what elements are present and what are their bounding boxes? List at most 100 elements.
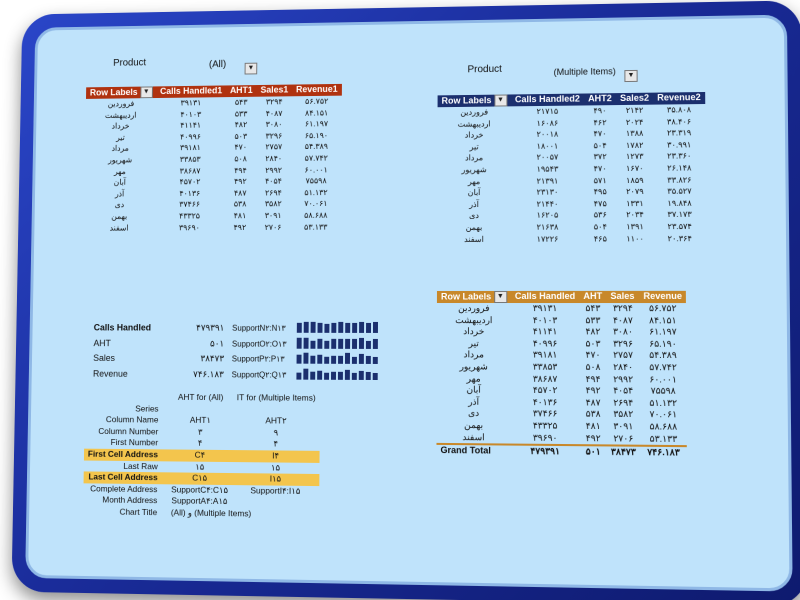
row-label: آبان	[467, 188, 481, 198]
sparkline-bar	[358, 370, 364, 380]
pivot-table-3: Row Labels ▼ Calls Handled AHT Sales Revenue…	[436, 290, 688, 460]
table-cell: ۵۷.۷۴۲	[649, 361, 677, 373]
pivot2-filter-dropdown[interactable]: ▼	[624, 67, 638, 85]
table-cell: ۶۵.۱۹۰	[304, 130, 329, 140]
column-header[interactable]: Calls Handled1	[156, 85, 226, 98]
table-cell: ۴۰۹۹۶	[532, 338, 558, 349]
chevron-down-icon[interactable]: ▼	[493, 94, 507, 107]
sparkline-bar	[317, 371, 323, 381]
table-cell: ۷۰.۰۶۱	[649, 409, 678, 420]
table-cell: ۱۲۷۳	[625, 152, 644, 162]
chevron-down-icon[interactable]: ▼	[493, 290, 507, 304]
table-cell: ۳۷۴۶۶	[179, 200, 201, 210]
table-cell: ۵۳.۱۳۳	[649, 433, 678, 444]
table-cell: ۳۳۸۵۳	[532, 361, 558, 372]
row-label: بهمن	[465, 222, 483, 232]
grand-total-row: Grand Total ۴۷۹۳۹۱ ۵۰۱ ۳۸۴۷۳ ۷۴۶.۱۸۳	[436, 444, 688, 460]
column-header[interactable]: Revenue1	[292, 84, 342, 96]
sparkline-bar	[296, 322, 302, 333]
sparkline-bar	[331, 356, 337, 365]
row-labels-header[interactable]: Row Labels ▼	[86, 86, 156, 99]
row-label: فروردين	[107, 99, 135, 109]
table-cell: ۱۳۳۱	[626, 198, 644, 208]
column-header[interactable]: Sales2	[616, 93, 653, 105]
column-header[interactable]: Sales1	[257, 85, 293, 97]
summary-value: ۵۰۱	[209, 338, 225, 349]
chevron-down-icon: ▼	[244, 62, 258, 75]
column-header[interactable]: Sales	[606, 291, 639, 303]
summary-ref: SupportN۲:N۱۳	[232, 323, 286, 333]
table-cell: ۴۹۲	[585, 432, 601, 443]
table-cell: ۲۰۲۴	[625, 117, 644, 127]
series-value-1: SupportA۴:A۱۵	[171, 495, 228, 507]
pivot2-filter-value[interactable]: (Multiple Items)	[554, 66, 616, 77]
table-cell: ۴۰۸۷	[265, 108, 283, 118]
table-cell: ۴۹۲	[585, 385, 601, 396]
table-cell: ۴۰۱۳۶	[179, 188, 201, 198]
column-header[interactable]: AHT2	[584, 93, 616, 105]
row-labels-header[interactable]: Row Labels ▼	[437, 290, 511, 304]
pivot-header-row: Row Labels ▼ Calls Handled AHT Sales Revenue	[436, 290, 687, 304]
table-cell: ۴۵۷۰۲	[179, 177, 201, 187]
table-cell: ۴۰۱۰۳	[532, 314, 558, 325]
column-header[interactable]: AHT	[579, 291, 606, 303]
table-cell: ۲۱۳۹۱	[536, 176, 559, 186]
row-label: مهر	[466, 372, 481, 384]
row-label: اسفند	[464, 234, 484, 244]
sparkline-bar	[344, 353, 351, 365]
table-cell: ۲۰۰۵۷	[536, 152, 559, 163]
series-label: Last Cell Address	[88, 471, 158, 483]
chevron-down-icon[interactable]: ▼	[139, 86, 153, 99]
table-cell: ۴۰۱۳۶	[532, 396, 558, 408]
sparkline-chart	[296, 337, 378, 350]
sparkline-bar	[351, 357, 357, 365]
table-cell: ۸۴.۱۵۱	[649, 314, 677, 326]
summary-label: Calls Handled	[93, 322, 152, 333]
table-cell: ۳۰۸۰	[613, 326, 633, 337]
table-cell: ۶۱.۱۹۷	[649, 326, 677, 337]
pivot1-filter-value[interactable]: (All)	[209, 59, 226, 70]
row-label: آبان	[466, 384, 481, 395]
row-label: بهمن	[111, 211, 128, 221]
table-cell: ۲۳.۵۷۴	[667, 221, 692, 232]
row-label: آذر	[469, 199, 479, 209]
sparkline-bar	[358, 354, 364, 365]
column-header[interactable]: Revenue	[639, 291, 686, 303]
series-label: Chart Title	[119, 506, 158, 518]
sparkline-bar	[309, 371, 315, 380]
row-label: دى	[114, 200, 125, 210]
row-label: اسفند	[462, 431, 485, 442]
table-cell: ۳۰.۹۹۱	[667, 140, 692, 150]
column-header[interactable]: AHT1	[226, 85, 257, 97]
sparkline-chart	[296, 352, 378, 365]
sparkline-bar	[352, 338, 358, 349]
table-cell: ۲۹۹۲	[613, 373, 634, 384]
monitor-bezel: Product (All) ▼ Row Labels ▼ Calls Handle…	[11, 0, 800, 600]
sparkline-bar	[296, 337, 302, 349]
summary-row: AHT ۵۰۱ SupportO۲:O۱۳	[90, 336, 388, 352]
summary-label: AHT	[93, 337, 111, 348]
pivot1-filter-dropdown[interactable]: ▼	[244, 60, 258, 78]
table-cell: ۶۱.۱۹۷	[304, 119, 329, 129]
row-label: خرداد	[464, 130, 484, 140]
table-cell: ۵۴۳	[585, 303, 601, 314]
table-cell: ۲۱۴۴۰	[536, 199, 559, 209]
series-label: First Number	[110, 437, 159, 448]
table-cell: ۷۰.۰۶۱	[304, 199, 328, 209]
row-label: مهر	[467, 176, 481, 186]
table-cell: ۳۹۱۸۱	[532, 349, 558, 361]
table-cell: ۱۹.۸۴۸	[667, 198, 692, 208]
series-panel: AHT for (All) IT for (Multiple Items) Seri…	[83, 391, 320, 521]
table-cell: ۱۶۰۸۶	[536, 118, 559, 128]
column-header[interactable]: Revenue2	[653, 92, 705, 105]
sparkline-bar	[338, 322, 344, 334]
column-header[interactable]: Calls Handled2	[511, 94, 584, 107]
row-labels-header[interactable]: Row Labels ▼	[438, 94, 511, 107]
row-label: شهريور	[108, 155, 133, 165]
grand-total-cell: ۴۷۹۳۹۱	[530, 445, 560, 457]
table-cell: ۵۰۴	[593, 222, 607, 232]
table-cell: ۳۷.۱۷۳	[667, 210, 692, 220]
sparkline-bar	[330, 322, 336, 333]
row-label: شهريور	[459, 361, 488, 372]
column-header[interactable]: Calls Handled	[511, 291, 579, 303]
